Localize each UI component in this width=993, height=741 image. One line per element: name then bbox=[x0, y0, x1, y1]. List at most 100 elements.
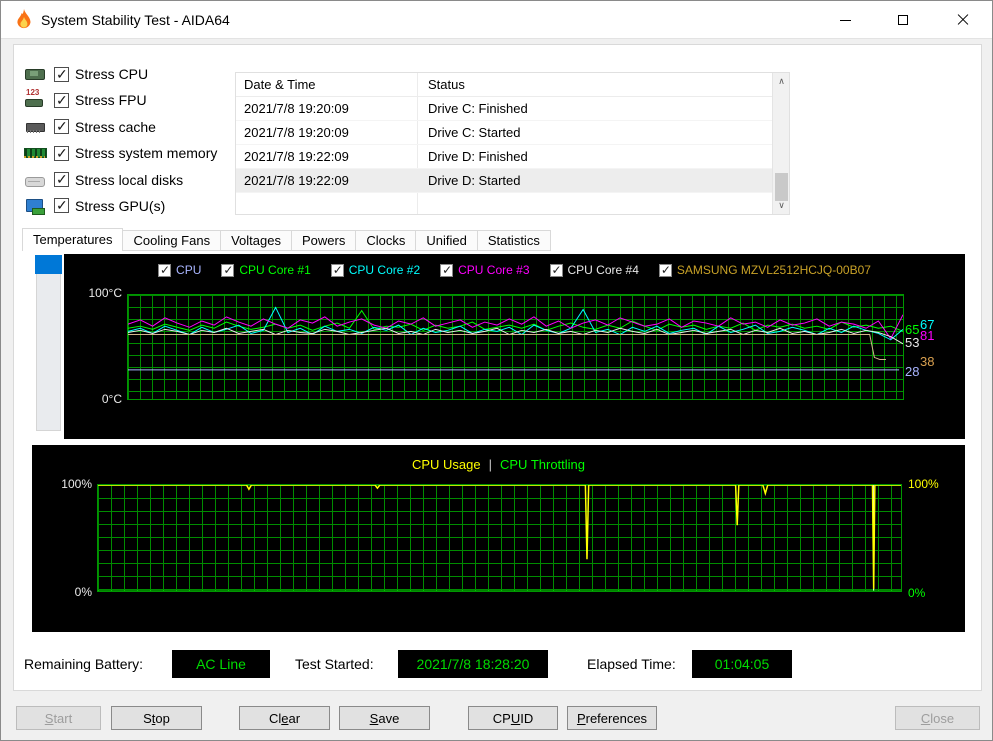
legend-label: CPU Core #2 bbox=[348, 263, 421, 277]
button-label-post: references bbox=[585, 710, 648, 726]
main-panel: Stress CPU 123 Stress FPU Stress cache Stres… bbox=[13, 44, 982, 691]
tab-unified[interactable]: Unified bbox=[415, 230, 478, 251]
slider-thumb[interactable] bbox=[35, 255, 62, 274]
usage-axis-left-bottom: 0% bbox=[74, 585, 92, 599]
tab-temperatures[interactable]: Temperatures bbox=[22, 228, 124, 251]
stress-checkbox-stress-gpu-s[interactable] bbox=[54, 197, 69, 214]
temperature-plot bbox=[127, 294, 904, 400]
stress-option-stress-cpu: Stress CPU bbox=[24, 64, 236, 84]
usage-axis-right-top: 100% bbox=[908, 477, 939, 491]
close-button[interactable]: Close bbox=[895, 706, 980, 730]
slider-track[interactable] bbox=[36, 255, 61, 431]
button-mnemonic: C bbox=[920, 710, 931, 726]
tab-cooling-fans[interactable]: Cooling Fans bbox=[122, 230, 222, 251]
log-header-status: Status bbox=[428, 77, 465, 92]
clear-button[interactable]: Clear bbox=[239, 706, 330, 730]
tab-bar: Temperatures Cooling Fans Voltages Powers Cl… bbox=[22, 228, 551, 251]
stress-option-stress-local-disks: Stress local disks bbox=[24, 170, 236, 190]
log-row[interactable]: 2021/7/8 19:22:09 Drive D: Started bbox=[236, 169, 772, 193]
elapsed-time-label: Elapsed Time: bbox=[587, 656, 676, 672]
fpu-icon-text: 123 bbox=[26, 88, 40, 98]
title-separator: | bbox=[488, 457, 492, 472]
stress-option-stress-cache: Stress cache bbox=[24, 117, 236, 137]
remaining-battery-value: AC Line bbox=[172, 650, 270, 678]
stop-button[interactable]: Stop bbox=[111, 706, 202, 730]
button-mnemonic: U bbox=[510, 710, 521, 726]
tab-clocks[interactable]: Clocks bbox=[355, 230, 417, 251]
disk-icon bbox=[24, 172, 46, 188]
legend-checkbox-cpu[interactable] bbox=[158, 263, 172, 277]
legend-label: SAMSUNG MZVL2512HCJQ-00B07 bbox=[676, 263, 871, 277]
legend-item-cpu-core-1: CPU Core #1 bbox=[221, 263, 311, 277]
stress-label: Stress FPU bbox=[75, 92, 147, 109]
button-label-post: ID bbox=[520, 710, 534, 726]
cpu-usage-title-label: CPU Usage bbox=[411, 457, 481, 472]
legend-checkbox-samsung-mzvl2512hcjq-00b07[interactable] bbox=[658, 263, 672, 277]
legend-checkbox-cpu-core-3[interactable] bbox=[440, 263, 454, 277]
stress-label: Stress cache bbox=[75, 118, 156, 135]
stress-checkbox-stress-local-disks[interactable] bbox=[54, 171, 69, 188]
maximize-button[interactable] bbox=[874, 1, 932, 39]
remaining-battery-label: Remaining Battery: bbox=[24, 656, 144, 672]
legend-checkbox-cpu-core-2[interactable] bbox=[330, 263, 344, 277]
button-label-pre: Cl bbox=[268, 710, 282, 726]
preferences-button[interactable]: Preferences bbox=[567, 706, 657, 730]
flame-icon bbox=[17, 9, 31, 29]
log-row[interactable]: 2021/7/8 19:20:09 Drive C: Started bbox=[236, 121, 772, 145]
maximize-icon bbox=[898, 15, 908, 25]
stress-options-list: Stress CPU 123 Stress FPU Stress cache Stres… bbox=[24, 64, 236, 216]
button-label-post: lose bbox=[930, 710, 955, 726]
stress-checkbox-stress-system-memory[interactable] bbox=[54, 145, 69, 162]
temperature-legend: CPU CPU Core #1 CPU Core #2 CPU Core #3 CPU … bbox=[64, 263, 965, 277]
temp-axis-label-bottom: 0°C bbox=[101, 392, 122, 406]
test-started-value: 2021/7/8 18:28:20 bbox=[398, 650, 548, 678]
minimize-button[interactable] bbox=[816, 1, 874, 39]
save-button[interactable]: Save bbox=[339, 706, 430, 730]
log-cell-status: Drive C: Started bbox=[428, 125, 521, 140]
close-window-button[interactable] bbox=[934, 1, 992, 39]
cpuid-button[interactable]: CPUID bbox=[468, 706, 558, 730]
stress-checkbox-stress-cpu[interactable] bbox=[54, 66, 69, 83]
legend-label: CPU Core #4 bbox=[567, 263, 639, 277]
series-end-label-81: 81 bbox=[920, 328, 935, 343]
log-cell-status: Drive C: Finished bbox=[428, 101, 528, 116]
fpu-icon: 123 bbox=[24, 88, 46, 108]
tab-voltages[interactable]: Voltages bbox=[220, 230, 292, 251]
legend-label: CPU Core #1 bbox=[239, 263, 311, 277]
tab-powers[interactable]: Powers bbox=[290, 230, 357, 251]
close-icon bbox=[957, 14, 969, 26]
stress-label: Stress local disks bbox=[75, 171, 184, 188]
log-row[interactable]: 2021/7/8 19:20:09 Drive C: Finished bbox=[236, 97, 772, 121]
log-scrollbar[interactable]: ∧ ∨ bbox=[772, 73, 789, 214]
log-cell-status: Drive D: Finished bbox=[428, 149, 528, 164]
button-label-post: ave bbox=[378, 710, 400, 726]
scroll-down-button[interactable]: ∨ bbox=[773, 197, 790, 214]
legend-item-cpu-core-2: CPU Core #2 bbox=[330, 263, 421, 277]
stress-option-stress-gpu-s: Stress GPU(s) bbox=[24, 196, 236, 216]
button-label-pre: CP bbox=[492, 710, 511, 726]
button-label-post: tart bbox=[53, 710, 73, 726]
log-cell-date-time: 2021/7/8 19:22:09 bbox=[244, 149, 349, 164]
log-table[interactable]: Date & Time Status 2021/7/8 19:20:09 Driv… bbox=[235, 72, 790, 215]
series-end-label-38: 38 bbox=[920, 354, 935, 369]
minimize-icon bbox=[839, 19, 851, 21]
log-table-body: Date & Time Status 2021/7/8 19:20:09 Driv… bbox=[236, 73, 772, 214]
log-cell-date-time: 2021/7/8 19:20:09 bbox=[244, 125, 349, 140]
legend-checkbox-cpu-core-4[interactable] bbox=[549, 263, 563, 277]
button-label-post: op bbox=[155, 710, 170, 726]
log-cell-status: Drive D: Started bbox=[428, 173, 521, 188]
series-end-label-28: 28 bbox=[905, 364, 920, 379]
stress-checkbox-stress-fpu[interactable] bbox=[54, 92, 69, 109]
button-label-pre: S bbox=[143, 710, 152, 726]
tab-statistics[interactable]: Statistics bbox=[476, 230, 551, 251]
cpu-icon bbox=[24, 66, 46, 82]
stress-option-stress-system-memory: Stress system memory bbox=[24, 143, 236, 163]
log-row[interactable]: 2021/7/8 19:22:09 Drive D: Finished bbox=[236, 145, 772, 169]
memory-icon bbox=[24, 145, 47, 161]
legend-checkbox-cpu-core-1[interactable] bbox=[221, 263, 235, 277]
chart-scroll-slider[interactable] bbox=[35, 255, 62, 431]
button-label-post: ar bbox=[288, 710, 301, 726]
stress-checkbox-stress-cache[interactable] bbox=[54, 118, 69, 135]
scroll-up-button[interactable]: ∧ bbox=[773, 73, 790, 90]
start-button[interactable]: Start bbox=[16, 706, 101, 730]
